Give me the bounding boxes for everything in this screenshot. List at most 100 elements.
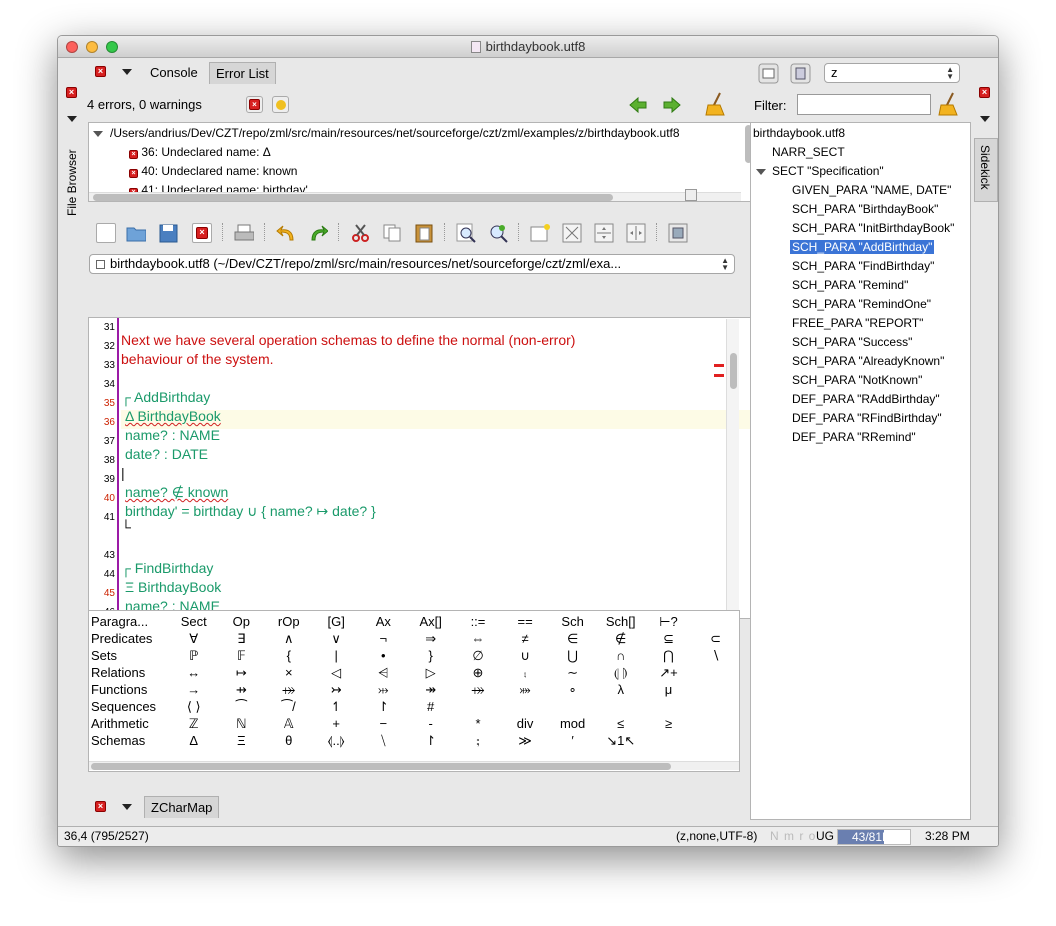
tree-node-selected[interactable]: SCH_PARA "AddBirthday"	[790, 240, 935, 254]
charmap-symbol[interactable]: ∖	[692, 647, 739, 664]
charmap-symbol[interactable]: ≫	[502, 732, 549, 749]
charmap-symbol[interactable]: Op	[218, 613, 265, 630]
charmap-category[interactable]: Sequences	[91, 698, 170, 715]
charmap-symbol[interactable]: ⇔	[454, 630, 501, 647]
charmap-symbol[interactable]: ∩	[597, 647, 645, 664]
tab-console[interactable]: Console	[144, 62, 204, 84]
charmap-symbol[interactable]: *	[454, 715, 501, 732]
close-dock-icon[interactable]: ×	[66, 87, 77, 98]
sidekick-options-icon[interactable]	[790, 63, 812, 85]
scroll-thumb[interactable]	[93, 194, 613, 201]
charmap-symbol[interactable]: ↠	[407, 681, 455, 698]
charmap-symbol[interactable]: ⨾	[502, 664, 549, 681]
charmap-symbol[interactable]: ≥	[645, 715, 692, 732]
charmap-symbol[interactable]: ↾	[360, 698, 407, 715]
toggle-errors-button[interactable]: ×	[246, 96, 263, 113]
tree-node[interactable]: GIVEN_PARA "NAME, DATE"	[792, 183, 951, 197]
charmap-category[interactable]: Sets	[91, 647, 170, 664]
charmap-symbol[interactable]: ℙ	[170, 647, 218, 664]
buffer-selector[interactable]: birthdaybook.utf8 (~/Dev/CZT/repo/zml/sr…	[89, 254, 735, 274]
charmap-symbol[interactable]: ∧	[265, 630, 313, 647]
charmap-symbol[interactable]: −	[360, 715, 407, 732]
charmap-symbol[interactable]	[645, 732, 692, 749]
file-browser-tab[interactable]: File Browser	[65, 149, 79, 216]
charmap-symbol[interactable]: ⊢?	[645, 613, 692, 630]
charmap-symbol[interactable]: θ	[265, 732, 313, 749]
charmap-symbol[interactable]: ↿	[313, 698, 360, 715]
charmap-symbol[interactable]: ⋃	[549, 647, 597, 664]
charmap-symbol[interactable]: Ax	[360, 613, 407, 630]
close-right-dock-icon[interactable]: ×	[979, 87, 990, 98]
charmap-symbol[interactable]: Sch[]	[597, 613, 645, 630]
charmap-symbol[interactable]: Δ	[170, 732, 218, 749]
charmap-symbol[interactable]: ≤	[597, 715, 645, 732]
charmap-symbol[interactable]: ∈	[549, 630, 597, 647]
toggle-warnings-button[interactable]	[272, 96, 289, 113]
charmap-symbol[interactable]: ℤ	[170, 715, 218, 732]
tree-node[interactable]: SCH_PARA "RemindOne"	[792, 297, 931, 311]
save-file-icon[interactable]	[158, 223, 178, 243]
tree-node[interactable]: SCH_PARA "AlreadyKnown"	[792, 354, 944, 368]
ug-indicator[interactable]: UG	[816, 827, 834, 846]
tree-node[interactable]: SCH_PARA "InitBirthdayBook"	[792, 221, 954, 235]
charmap-symbol[interactable]: ⊂	[692, 630, 739, 647]
close-file-icon[interactable]: ×	[192, 223, 212, 243]
charmap-symbol[interactable]: ⩤	[360, 664, 407, 681]
charmap-symbol[interactable]: Ξ	[218, 732, 265, 749]
tree-node[interactable]: SCH_PARA "Success"	[792, 335, 912, 349]
expand-triangle-icon[interactable]	[756, 169, 766, 175]
print-icon[interactable]	[234, 223, 254, 243]
charmap-symbol[interactable]: ↾	[407, 732, 455, 749]
charmap-symbol[interactable]: ::=	[454, 613, 501, 630]
charmap-symbol[interactable]: |	[313, 647, 360, 664]
open-file-icon[interactable]	[126, 223, 146, 243]
charmap-symbol[interactable]: ∀	[170, 630, 218, 647]
right-dock-menu-icon[interactable]	[980, 116, 990, 122]
close-panel-icon[interactable]: ×	[95, 66, 106, 77]
charmap-hscroll[interactable]	[89, 761, 739, 770]
charmap-symbol[interactable]: ⊕	[454, 664, 501, 681]
charmap-category[interactable]: Predicates	[91, 630, 170, 647]
clear-errors-broom-icon[interactable]	[704, 91, 728, 117]
charmap-symbol[interactable]: ==	[502, 613, 549, 630]
error-tree-hscroll[interactable]	[89, 192, 741, 201]
charmap-symbol[interactable]: +	[313, 715, 360, 732]
scroll-thumb[interactable]	[730, 353, 737, 389]
charmap-symbol[interactable]	[692, 613, 739, 630]
tree-node[interactable]: birthdaybook.utf8	[753, 126, 845, 140]
plugin-manager-icon[interactable]	[668, 223, 688, 243]
charmap-symbol[interactable]: ×	[265, 664, 313, 681]
charmap-category[interactable]: Paragra...	[91, 613, 170, 630]
corner-resize-icon[interactable]	[685, 189, 697, 201]
tab-error-list[interactable]: Error List	[209, 62, 276, 84]
charmap-symbol[interactable]: ⦇ ⦈	[597, 664, 645, 681]
clear-filter-broom-icon[interactable]	[937, 91, 961, 117]
panel-menu-icon[interactable]	[122, 69, 132, 75]
undo-icon[interactable]	[276, 223, 296, 243]
charmap-symbol[interactable]: ⤔	[360, 681, 407, 698]
charmap-symbol[interactable]: ′	[549, 732, 597, 749]
charmap-symbol[interactable]: ∃	[218, 630, 265, 647]
tree-node[interactable]: SECT "Specification"	[772, 164, 884, 178]
charmap-symbol[interactable]: ℕ	[218, 715, 265, 732]
charmap-symbol[interactable]: 𝔽	[218, 647, 265, 664]
charmap-symbol[interactable]: Ax[]	[407, 613, 455, 630]
charmap-symbol[interactable]: [G]	[313, 613, 360, 630]
charmap-symbol[interactable]: ⁀/	[265, 698, 313, 715]
error-marker[interactable]	[714, 374, 724, 377]
charmap-symbol[interactable]: ↗+	[645, 664, 692, 681]
charmap-symbol[interactable]	[692, 681, 739, 698]
new-view-icon[interactable]	[530, 223, 550, 243]
charmap-symbol[interactable]: ⤗	[502, 681, 549, 698]
charmap-category[interactable]: Schemas	[91, 732, 170, 749]
charmap-symbol[interactable]	[645, 698, 692, 715]
bottom-dock-menu-icon[interactable]	[122, 804, 132, 810]
next-error-icon[interactable]	[662, 95, 682, 115]
tree-node[interactable]: NARR_SECT	[772, 145, 845, 159]
tree-node[interactable]: SCH_PARA "Remind"	[792, 278, 908, 292]
charmap-symbol[interactable]: ⇒	[407, 630, 455, 647]
editor-vscroll[interactable]	[726, 319, 739, 619]
find-replace-icon[interactable]	[488, 223, 508, 243]
charmap-symbol[interactable]: {	[265, 647, 313, 664]
scroll-thumb[interactable]	[91, 763, 671, 770]
